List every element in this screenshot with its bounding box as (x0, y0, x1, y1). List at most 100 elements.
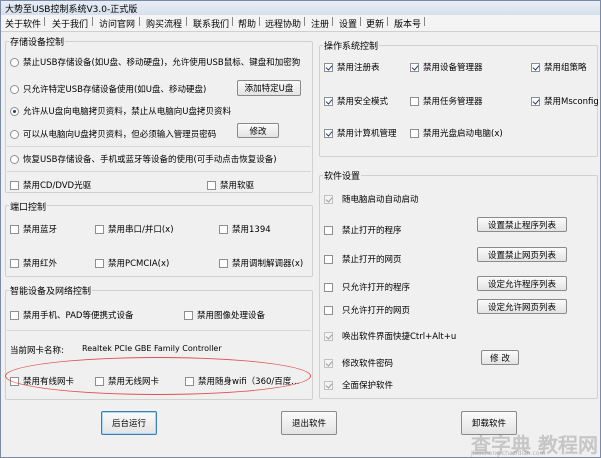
storage-opt-restore[interactable]: 恢复USB存储设备、手机或蓝牙等设备的使用(可手动点击恢复设备) (10, 153, 277, 165)
checkbox[interactable] (410, 128, 419, 138)
checkbox[interactable] (95, 258, 104, 268)
background-run-button[interactable]: 后台运行 (101, 411, 157, 435)
menu-about-us[interactable]: 关于我们 (52, 17, 88, 30)
menu-remote-assist[interactable]: 远程协助 (265, 17, 301, 30)
menu-about-software[interactable]: 关于软件 (5, 17, 41, 30)
add-specific-usb-button[interactable]: 添加特定U盘 (237, 80, 301, 96)
menu-purchase[interactable]: 购买流程 (146, 17, 182, 30)
disable-cd-checkbox[interactable]: 禁用CD/DVD光驱 (10, 179, 91, 191)
disable-safe-mode-checkbox[interactable]: 禁用安全模式 (324, 95, 388, 107)
checkbox[interactable] (324, 331, 333, 341)
menu-separator: | (359, 17, 363, 27)
radio-button[interactable] (10, 106, 19, 116)
disable-modem-checkbox[interactable]: 禁用调制解调器(x) (219, 257, 303, 269)
set-allowed-programs-button[interactable]: 设定允许程序列表 (477, 276, 567, 291)
storage-opt-block-usb[interactable]: 禁止USB存储设备(如U盘、移动硬盘)，允许使用USB鼠标、键盘和加密狗 (10, 56, 300, 68)
menu-contact[interactable]: 联系我们 (193, 17, 229, 30)
software-group-title: 软件设置 (323, 169, 362, 182)
block-web-checkbox[interactable]: 禁止打开的网页 (324, 253, 402, 265)
disable-wired-nic-checkbox[interactable]: 禁用有线网卡 (10, 375, 74, 387)
checkbox[interactable] (95, 224, 104, 234)
disable-phone-checkbox[interactable]: 禁用手机、PAD等便携式设备 (10, 309, 133, 321)
disable-1394-checkbox[interactable]: 禁用1394 (219, 223, 271, 235)
checkbox[interactable] (410, 62, 419, 72)
checkbox[interactable] (324, 225, 333, 235)
radio-button[interactable] (10, 84, 19, 94)
checkbox[interactable] (324, 194, 333, 204)
menu-bar: 关于软件 | 关于我们 | 访问官网 | 购买流程 | 联系我们 | 帮助 | … (1, 15, 600, 32)
checkbox[interactable] (531, 96, 540, 106)
disable-group-policy-checkbox[interactable]: 禁用组策略 (531, 61, 587, 73)
radio-button[interactable] (10, 154, 19, 164)
block-program-checkbox[interactable]: 禁止打开的程序 (324, 224, 402, 236)
checkbox[interactable] (185, 376, 194, 386)
ports-group-title: 端口控制 (9, 200, 48, 213)
disable-msconfig-checkbox[interactable]: 禁用Msconfig (531, 95, 599, 107)
menu-settings[interactable]: 设置 (339, 17, 357, 30)
window-title: 大势至USB控制系统V3.0-正式版 (5, 5, 138, 15)
checkbox[interactable] (410, 96, 419, 106)
menu-update[interactable]: 更新 (366, 17, 384, 30)
checkbox[interactable] (219, 258, 228, 268)
checkbox[interactable] (324, 305, 333, 315)
checkbox[interactable] (324, 358, 333, 368)
checkbox[interactable] (10, 376, 19, 386)
radio-button[interactable] (10, 129, 19, 139)
menu-help[interactable]: 帮助 (238, 17, 256, 30)
disable-device-manager-checkbox[interactable]: 禁用设备管理器 (410, 61, 483, 73)
checkbox[interactable] (324, 282, 333, 292)
disable-cd-boot-checkbox[interactable]: 禁用光盘启动电脑(x) (410, 127, 503, 139)
checkbox[interactable] (10, 310, 19, 320)
menu-register[interactable]: 注册 (311, 17, 329, 30)
disable-imaging-checkbox[interactable]: 禁用图像处理设备 (184, 309, 265, 321)
menu-separator: | (386, 17, 390, 27)
disable-computer-mgmt-checkbox[interactable]: 禁用计算机管理 (324, 127, 397, 139)
checkbox[interactable] (10, 180, 19, 190)
checkbox[interactable] (95, 376, 104, 386)
storage-opt-readonly-to-pc[interactable]: 允许从U盘向电脑拷贝资料，禁止从电脑向U盘拷贝资料 (10, 105, 231, 117)
disable-serial-checkbox[interactable]: 禁用串口/并口(x) (95, 223, 174, 235)
menu-visit-site[interactable]: 访问官网 (99, 17, 135, 30)
divider (7, 171, 311, 172)
disable-pcmcia-checkbox[interactable]: 禁用PCMCIA(x) (95, 257, 169, 269)
menu-separator: | (91, 17, 95, 27)
menu-separator: | (303, 17, 307, 27)
disable-infrared-checkbox[interactable]: 禁用红外 (10, 257, 57, 269)
disable-portable-wifi-checkbox[interactable]: 禁用随身wifi（360/百度... (185, 375, 299, 387)
storage-opt-password-copy[interactable]: 可以从电脑向U盘拷贝资料，但必须输入管理员密码 (10, 128, 216, 140)
checkbox[interactable] (10, 258, 19, 268)
checkbox[interactable] (324, 380, 333, 390)
menu-separator: | (185, 17, 189, 27)
menu-separator: | (138, 17, 142, 27)
modify-software-password-button[interactable]: 修 改 (481, 350, 519, 365)
disable-registry-checkbox[interactable]: 禁用注册表 (324, 61, 380, 73)
allow-program-checkbox[interactable]: 只允许打开的程序 (324, 281, 410, 293)
checkbox[interactable] (324, 128, 333, 138)
checkbox[interactable] (324, 254, 333, 264)
checkbox[interactable] (219, 224, 228, 234)
exit-button[interactable]: 退出软件 (281, 411, 337, 435)
hotkey-checkbox[interactable]: 唤出软件界面快捷Ctrl+Alt+u (324, 330, 456, 342)
checkbox[interactable] (10, 224, 19, 234)
disable-wireless-nic-checkbox[interactable]: 禁用无线网卡 (95, 375, 159, 387)
disable-task-manager-checkbox[interactable]: 禁用任务管理器 (410, 95, 483, 107)
allow-web-checkbox[interactable]: 只允许打开的网页 (324, 304, 410, 316)
storage-opt-allow-specific[interactable]: 只允许特定USB存储设备使用(如U盘、移动硬盘) (10, 83, 206, 95)
modify-password-button[interactable]: 修改 (237, 123, 279, 138)
checkbox[interactable] (324, 96, 333, 106)
smart-group-title: 智能设备及网络控制 (9, 284, 93, 297)
menu-version[interactable]: 版本号 (394, 17, 421, 30)
set-allowed-webs-button[interactable]: 设定允许网页列表 (477, 299, 567, 314)
checkbox[interactable] (324, 62, 333, 72)
password-checkbox[interactable]: 修改软件密码 (324, 357, 393, 369)
set-blocked-webs-button[interactable]: 设置禁止网页列表 (477, 247, 567, 262)
set-blocked-programs-button[interactable]: 设置禁止程序列表 (477, 217, 567, 232)
disable-floppy-checkbox[interactable]: 禁用软驱 (207, 179, 254, 191)
checkbox[interactable] (184, 310, 193, 320)
checkbox[interactable] (531, 62, 540, 72)
autostart-checkbox[interactable]: 随电脑启动自动启动 (324, 193, 419, 205)
checkbox[interactable] (207, 180, 216, 190)
full-protect-checkbox[interactable]: 全面保护软件 (324, 379, 393, 391)
disable-bluetooth-checkbox[interactable]: 禁用蓝牙 (10, 223, 57, 235)
radio-button[interactable] (10, 57, 19, 67)
